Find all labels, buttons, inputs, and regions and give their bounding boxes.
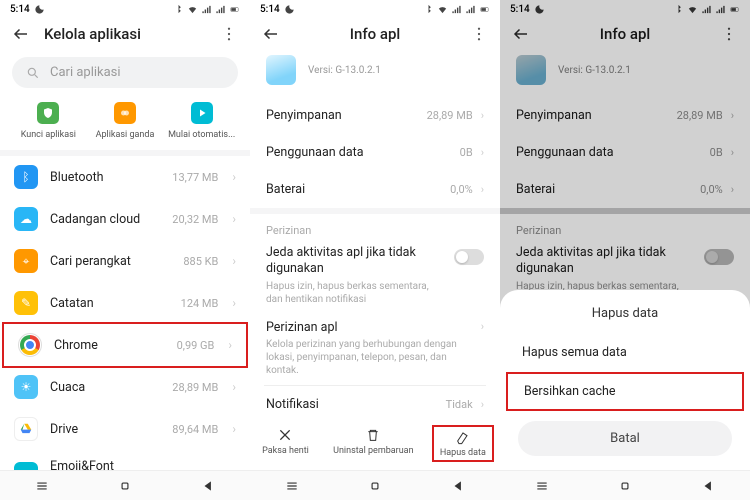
bottom-actions: Paksa henti Uninstal pembaruan Hapus dat…	[250, 417, 500, 470]
row-app-permissions[interactable]: Perizinan apl Kelola perizinan yang berh…	[250, 314, 500, 385]
chevron-right-icon: ›	[232, 170, 236, 184]
row-pause-unused: Jeda aktivitas apl jika tidak digunakan …	[250, 239, 500, 314]
page-title: Kelola aplikasi	[44, 25, 206, 43]
dual-icon	[114, 102, 136, 124]
signal-icon	[201, 4, 212, 15]
more-icon[interactable]	[470, 25, 488, 43]
bottom-sheet: Hapus data Hapus semua data Bersihkan ca…	[500, 290, 750, 470]
drive-icon	[14, 417, 38, 441]
status-bar: 5:14	[0, 0, 250, 17]
app-icon	[266, 55, 296, 85]
chevron-right-icon: ›	[232, 380, 236, 394]
chevron-right-icon: ›	[232, 212, 236, 226]
nav-bar	[500, 470, 750, 500]
chevron-right-icon: ›	[232, 422, 236, 436]
signal-icon	[215, 4, 226, 15]
quick-actions: Kunci aplikasi Aplikasi ganda Mulai otom…	[0, 98, 250, 150]
nav-bar	[250, 470, 500, 500]
chevron-right-icon: ›	[481, 146, 484, 159]
nav-back-icon[interactable]	[451, 479, 465, 493]
nav-back-icon[interactable]	[201, 479, 215, 493]
phone-manage-apps: 5:14 Kelola aplikasi Cari aplikasi Kun	[0, 0, 250, 500]
chrome-icon	[18, 333, 42, 357]
nav-menu-icon[interactable]	[285, 479, 299, 493]
battery-icon	[479, 4, 490, 15]
list-item[interactable]: ✎Catatan124 MB›	[0, 282, 250, 324]
chevron-right-icon: ›	[232, 254, 236, 268]
phone-app-info: 5:14 Info apl Versi: G-13.0.2.1 Penyimpa…	[250, 0, 500, 500]
signal-icon	[451, 4, 462, 15]
chevron-right-icon: ›	[228, 338, 232, 352]
list-item[interactable]: ⌖Cari perangkat885 KB›	[0, 240, 250, 282]
shield-icon	[37, 102, 59, 124]
chevron-right-icon: ›	[481, 398, 484, 411]
signal-icon	[465, 4, 476, 15]
erase-icon	[455, 429, 471, 445]
back-icon[interactable]	[12, 25, 30, 43]
x-icon	[277, 427, 293, 443]
nav-home-icon[interactable]	[118, 479, 132, 493]
sheet-cancel[interactable]: Batal	[518, 421, 732, 456]
wifi-icon	[187, 4, 198, 15]
nav-bar	[0, 470, 250, 500]
app-list: ᛒBluetooth13,77 MB› ☁Cadangan cloud20,32…	[0, 156, 250, 498]
quick-autostart[interactable]: Mulai otomatis...	[167, 102, 237, 140]
clear-data-button[interactable]: Hapus data	[432, 425, 494, 462]
wifi-icon	[437, 4, 448, 15]
list-item[interactable]: ᛒBluetooth13,77 MB›	[0, 156, 250, 198]
quick-lock[interactable]: Kunci aplikasi	[13, 102, 83, 140]
app-version: Versi: G-13.0.2.1	[308, 65, 381, 76]
chevron-right-icon: ›	[481, 183, 484, 196]
battery-icon	[229, 4, 240, 15]
list-item-chrome[interactable]: Chrome0,99 GB›	[2, 322, 248, 368]
trash-icon	[365, 427, 381, 443]
moon-icon	[284, 4, 295, 15]
note-icon: ✎	[14, 291, 38, 315]
row-battery[interactable]: Baterai0,0%›	[250, 171, 500, 208]
bluetooth-icon	[173, 4, 184, 15]
bluetooth-icon	[423, 4, 434, 15]
chevron-right-icon: ›	[481, 320, 484, 333]
chevron-right-icon: ›	[232, 296, 236, 310]
nav-back-icon[interactable]	[701, 479, 715, 493]
find-icon: ⌖	[14, 249, 38, 273]
search-input[interactable]: Cari aplikasi	[12, 57, 238, 88]
nav-menu-icon[interactable]	[535, 479, 549, 493]
nav-menu-icon[interactable]	[35, 479, 49, 493]
sheet-clear-cache[interactable]: Bersihkan cache	[506, 372, 744, 411]
row-data[interactable]: Penggunaan data0B›	[250, 134, 500, 171]
list-item[interactable]: ☀Cuaca28,89 MB›	[0, 366, 250, 408]
app-header: Versi: G-13.0.2.1	[250, 51, 500, 97]
sheet-title: Hapus data	[500, 306, 750, 333]
autostart-icon	[191, 102, 213, 124]
toggle-pause[interactable]	[454, 249, 484, 265]
moon-icon	[34, 4, 45, 15]
search-placeholder: Cari aplikasi	[50, 65, 121, 80]
row-storage[interactable]: Penyimpanan28,89 MB›	[250, 97, 500, 134]
list-item[interactable]: ☁Cadangan cloud20,32 MB›	[0, 198, 250, 240]
sheet-delete-all[interactable]: Hapus semua data	[500, 333, 750, 372]
bluetooth-icon: ᛒ	[14, 165, 38, 189]
search-icon	[26, 66, 40, 80]
nav-home-icon[interactable]	[618, 479, 632, 493]
more-icon[interactable]	[220, 25, 238, 43]
list-item[interactable]: Drive89,64 MB›	[0, 408, 250, 450]
status-bar: 5:14	[250, 0, 500, 17]
header: Kelola aplikasi	[0, 17, 250, 51]
phone-app-info-sheet: 5:14 Info apl Versi: G-13.0.2.1 Penyimpa…	[500, 0, 750, 500]
back-icon[interactable]	[262, 25, 280, 43]
quick-dual[interactable]: Aplikasi ganda	[90, 102, 160, 140]
page-title: Info apl	[294, 25, 456, 43]
weather-icon: ☀	[14, 375, 38, 399]
force-stop-button[interactable]: Paksa henti	[256, 425, 315, 462]
header: Info apl	[250, 17, 500, 51]
chevron-right-icon: ›	[481, 109, 484, 122]
cloud-icon: ☁	[14, 207, 38, 231]
nav-home-icon[interactable]	[368, 479, 382, 493]
uninstall-button[interactable]: Uninstal pembaruan	[327, 425, 419, 462]
section-permissions: Perizinan	[250, 214, 500, 239]
status-time: 5:14	[10, 4, 30, 15]
